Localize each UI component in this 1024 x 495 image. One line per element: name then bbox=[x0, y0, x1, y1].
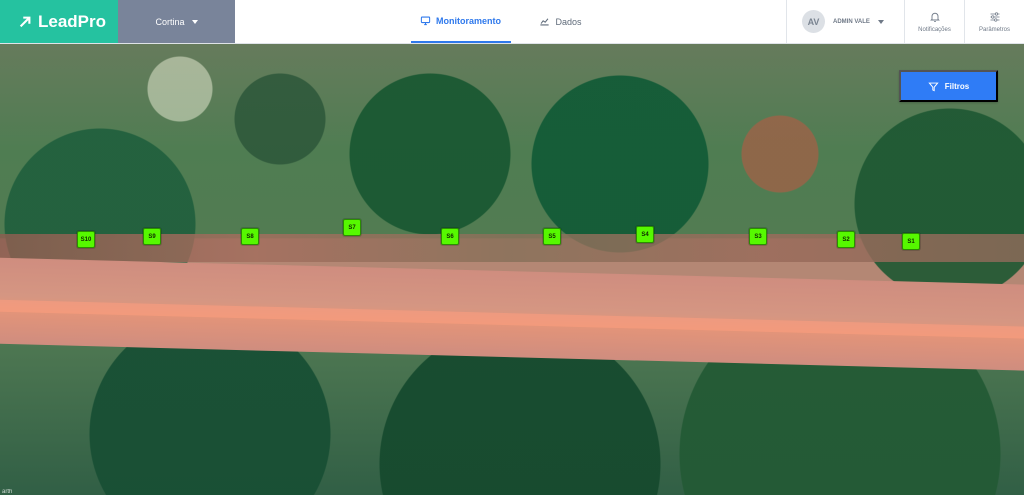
chart-icon bbox=[540, 18, 550, 26]
brand-name: LeadPro bbox=[38, 11, 107, 31]
sensor-s3[interactable]: S3 bbox=[749, 228, 767, 245]
sliders-icon bbox=[990, 11, 999, 22]
chevron-down-icon bbox=[191, 19, 198, 24]
notifications-label: Notificações bbox=[918, 26, 951, 33]
avatar: AV bbox=[802, 10, 825, 33]
tab-dados[interactable]: Dados bbox=[511, 0, 611, 43]
filters-button[interactable]: Filtros bbox=[899, 70, 998, 102]
parameters-button[interactable]: Parâmetros bbox=[964, 0, 1024, 43]
dirt-road bbox=[0, 257, 1024, 372]
parameters-label: Parâmetros bbox=[978, 26, 1010, 33]
map-attribution: arth bbox=[2, 489, 13, 495]
main-tabs: Monitoramento Dados bbox=[235, 0, 786, 43]
top-navigation: LeadPro Cortina Monitoramento Dados AV A… bbox=[0, 0, 1024, 44]
sensor-s2[interactable]: S2 bbox=[837, 231, 855, 248]
project-name: Cortina bbox=[155, 16, 185, 27]
user-name: ADMIN VALE bbox=[833, 18, 870, 25]
bell-icon bbox=[929, 12, 940, 22]
user-menu[interactable]: AV ADMIN VALE bbox=[786, 0, 904, 43]
project-selector[interactable]: Cortina bbox=[118, 0, 235, 43]
chevron-down-icon bbox=[877, 19, 884, 24]
satellite-map[interactable]: S10 S9 S8 S7 S6 S5 S4 S3 S2 S1 Filtros a… bbox=[0, 44, 1024, 495]
sensor-s8[interactable]: S8 bbox=[241, 228, 259, 245]
filters-label: Filtros bbox=[944, 81, 970, 91]
sensor-s4[interactable]: S4 bbox=[636, 226, 654, 243]
sensor-s9[interactable]: S9 bbox=[143, 228, 161, 245]
tab-label: Dados bbox=[555, 16, 582, 27]
filter-icon bbox=[928, 82, 939, 91]
brand-logo[interactable]: LeadPro bbox=[0, 0, 118, 43]
sensor-s1[interactable]: S1 bbox=[902, 233, 920, 250]
sensor-s5[interactable]: S5 bbox=[543, 228, 561, 245]
monitor-icon bbox=[420, 16, 431, 26]
sensor-s10[interactable]: S10 bbox=[77, 231, 95, 248]
sensor-s7[interactable]: S7 bbox=[343, 219, 361, 236]
arrow-up-right-icon bbox=[19, 16, 31, 27]
tab-monitoramento[interactable]: Monitoramento bbox=[410, 0, 511, 43]
tab-label: Monitoramento bbox=[436, 15, 501, 26]
notifications-button[interactable]: Notificações bbox=[904, 0, 964, 43]
sensor-s6[interactable]: S6 bbox=[441, 228, 459, 245]
